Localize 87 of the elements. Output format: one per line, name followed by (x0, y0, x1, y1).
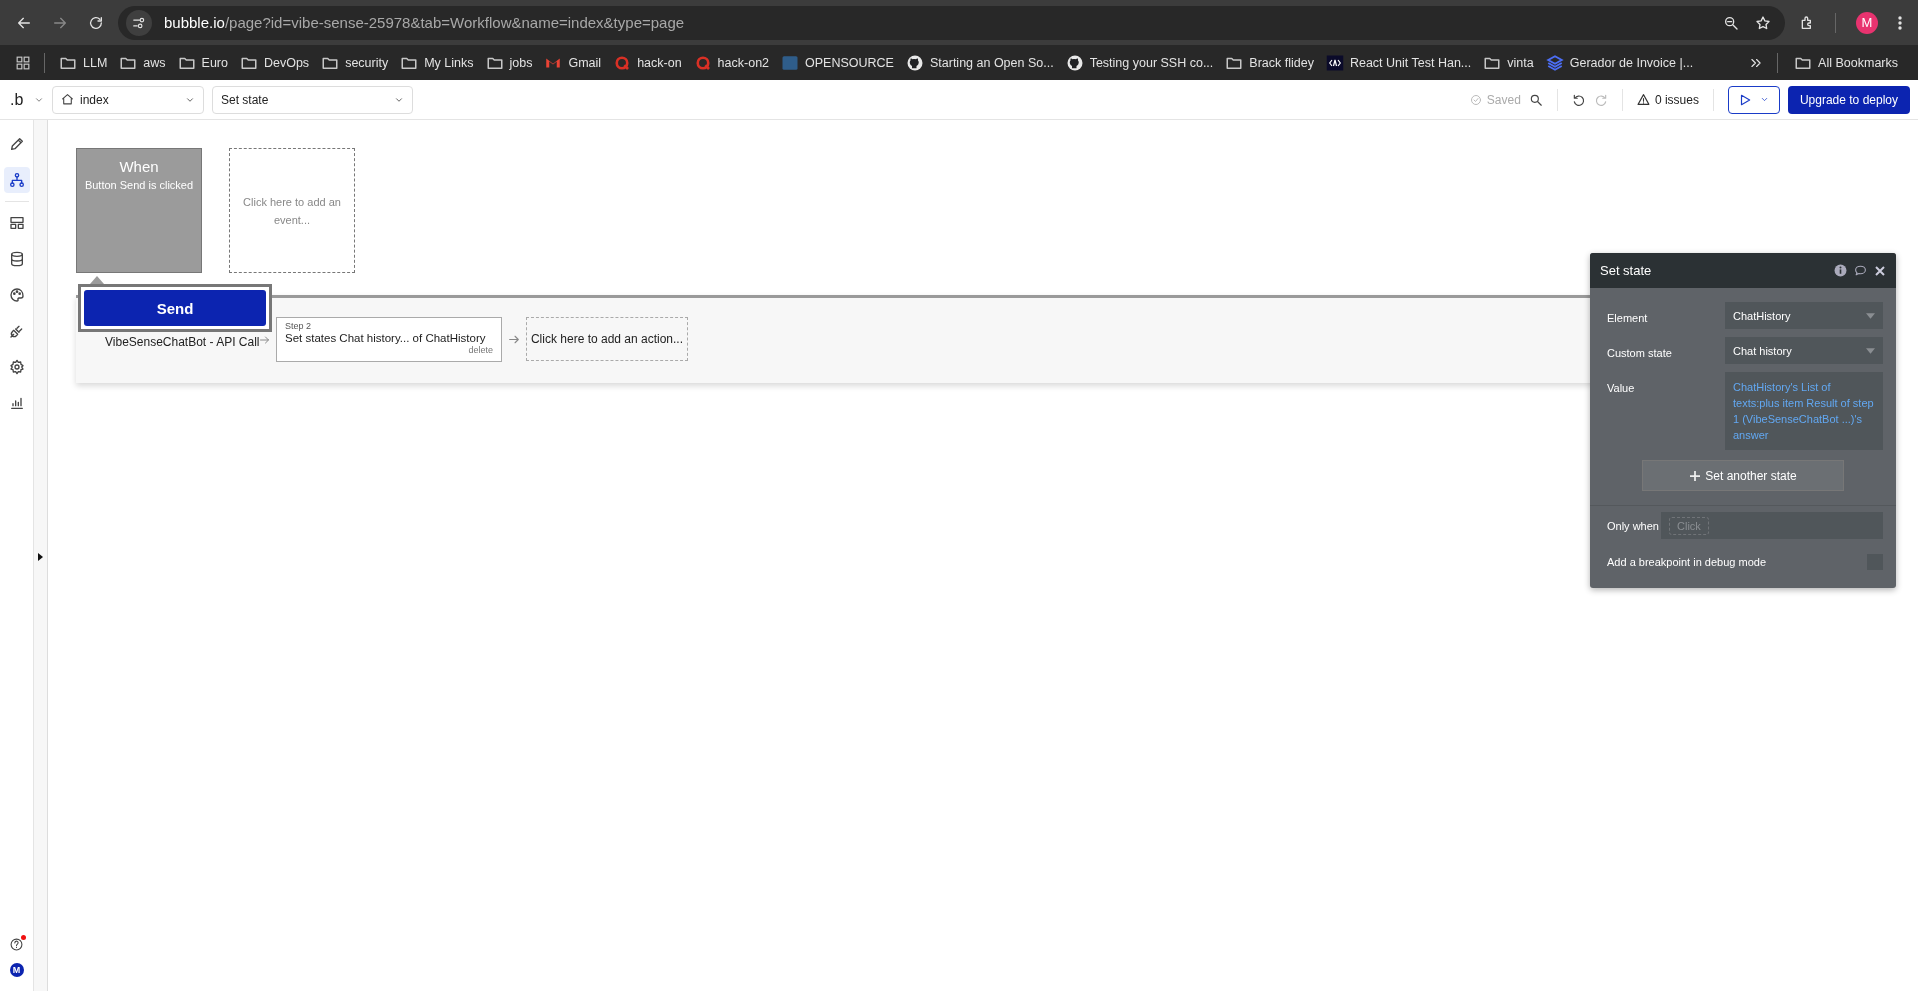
github-icon (1065, 53, 1084, 72)
bookmark[interactable]: Euro (171, 48, 234, 77)
panel-title: Set state (1600, 263, 1653, 278)
search-icon (1528, 92, 1543, 107)
field-label: Value (1607, 381, 1636, 396)
bookmark[interactable]: Gerador de Invoice |... (1539, 48, 1700, 77)
saved-status: Saved (1486, 92, 1521, 107)
add-action-placeholder[interactable]: Click here to add an action... (526, 317, 688, 361)
arrow-icon (259, 334, 271, 346)
bookmark[interactable]: LLM (53, 48, 114, 77)
plug-icon (8, 323, 25, 339)
home-icon (61, 93, 74, 106)
pencil-icon (8, 136, 25, 152)
apps-icon (16, 55, 30, 70)
comment-icon (1853, 264, 1868, 277)
event-title: When (118, 158, 160, 175)
help-icon (10, 938, 23, 951)
close-icon (1874, 264, 1886, 277)
field-label: Custom state (1607, 346, 1673, 361)
issues-count[interactable]: 0 issues (1654, 92, 1699, 107)
zoom-icon (1723, 14, 1739, 31)
check-circle-icon (1469, 93, 1482, 106)
redo-icon (1593, 92, 1608, 107)
menu-icon (1898, 14, 1902, 31)
bookmark[interactable]: Gmail (538, 48, 608, 77)
user-avatar[interactable]: M (9, 963, 24, 977)
add-event-placeholder[interactable]: Click here to add an event... (229, 148, 355, 273)
bookmark[interactable]: Starting an Open So... (899, 48, 1060, 77)
page-dropdown[interactable]: index (52, 85, 204, 114)
palette-icon (8, 287, 25, 303)
event-description: Button Send is clicked (83, 179, 195, 191)
profile-avatar[interactable]: M (1856, 11, 1878, 34)
bookmark[interactable]: hack-on2 (687, 48, 776, 77)
gear-icon (8, 359, 25, 375)
pointer-notch-icon (90, 276, 104, 284)
bookmark[interactable]: security (315, 48, 395, 77)
add-state-button[interactable]: Set another state (1642, 460, 1844, 491)
stack-icon (1545, 53, 1564, 72)
caret-icon (1760, 95, 1770, 104)
undo-icon (1571, 92, 1586, 107)
github-icon (905, 53, 924, 72)
reload-icon (88, 14, 104, 31)
sidebar-tab[interactable] (3, 167, 30, 193)
caret-icon (1866, 347, 1875, 354)
plus-icon (1689, 469, 1702, 482)
bookmark[interactable]: My Links (394, 48, 480, 77)
bookmark[interactable]: OPENSOURCE (775, 48, 900, 77)
play-icon (1738, 92, 1753, 107)
info-icon (1834, 264, 1847, 277)
site-settings-icon (132, 15, 146, 30)
step-number: Step 2 (285, 321, 313, 331)
bookmark[interactable]: DevOps (233, 48, 316, 77)
square-icon (781, 53, 800, 72)
chart-icon (8, 395, 25, 411)
star-icon (1755, 14, 1771, 31)
url-text: bubble.io/page?id=vibe-sense-25978&tab=Workflow&name=index&type=page (164, 14, 686, 31)
delete-link[interactable]: delete (285, 345, 493, 355)
field-label: Add a breakpoint in debug mode (1607, 556, 1766, 568)
bookmark[interactable]: Brack flidey (1219, 48, 1320, 77)
field-label: Only when (1607, 519, 1660, 532)
bookmark[interactable]: Testing your SSH co... (1059, 48, 1220, 77)
send-button[interactable]: Send (84, 290, 266, 326)
action-dropdown[interactable]: Set state (212, 85, 413, 114)
workflow-icon (8, 172, 25, 188)
bookmark[interactable]: aws (113, 48, 172, 77)
bookmark[interactable]: React Unit Test Han... (1319, 48, 1478, 77)
bookmark[interactable]: vinta (1477, 48, 1540, 77)
database-icon (8, 251, 25, 267)
step-title: Set states Chat history... of ChatHistory (285, 331, 487, 345)
upgrade-button[interactable]: Upgrade to deploy (1787, 85, 1910, 114)
step-card[interactable]: Step 2 Set states Chat history... of ChatHistory delete (276, 317, 502, 362)
code-icon (1325, 53, 1344, 72)
bookmark[interactable]: jobs (479, 48, 539, 77)
preview-button[interactable] (1727, 85, 1780, 114)
app-logo[interactable]: .b (10, 90, 26, 109)
arrow-icon (508, 333, 521, 346)
layout-icon (8, 215, 25, 231)
bookmark[interactable]: hack-on (607, 48, 688, 77)
address-bar[interactable]: bubble.io/page?id=vibe-sense-25978&tab=Workflow&name=index&type=page (118, 5, 1785, 40)
warning-icon (1636, 93, 1650, 106)
step-title[interactable]: VibeSenseChatBot - API Call (105, 335, 260, 349)
field-label: Element (1607, 311, 1649, 326)
dropdown[interactable]: ChatHistory (1725, 302, 1883, 329)
dropdown[interactable]: Chat history (1725, 337, 1883, 364)
expand-handle-icon (38, 553, 43, 561)
caret-icon (1866, 312, 1875, 319)
bookmark[interactable]: All Bookmarks (1788, 48, 1904, 77)
